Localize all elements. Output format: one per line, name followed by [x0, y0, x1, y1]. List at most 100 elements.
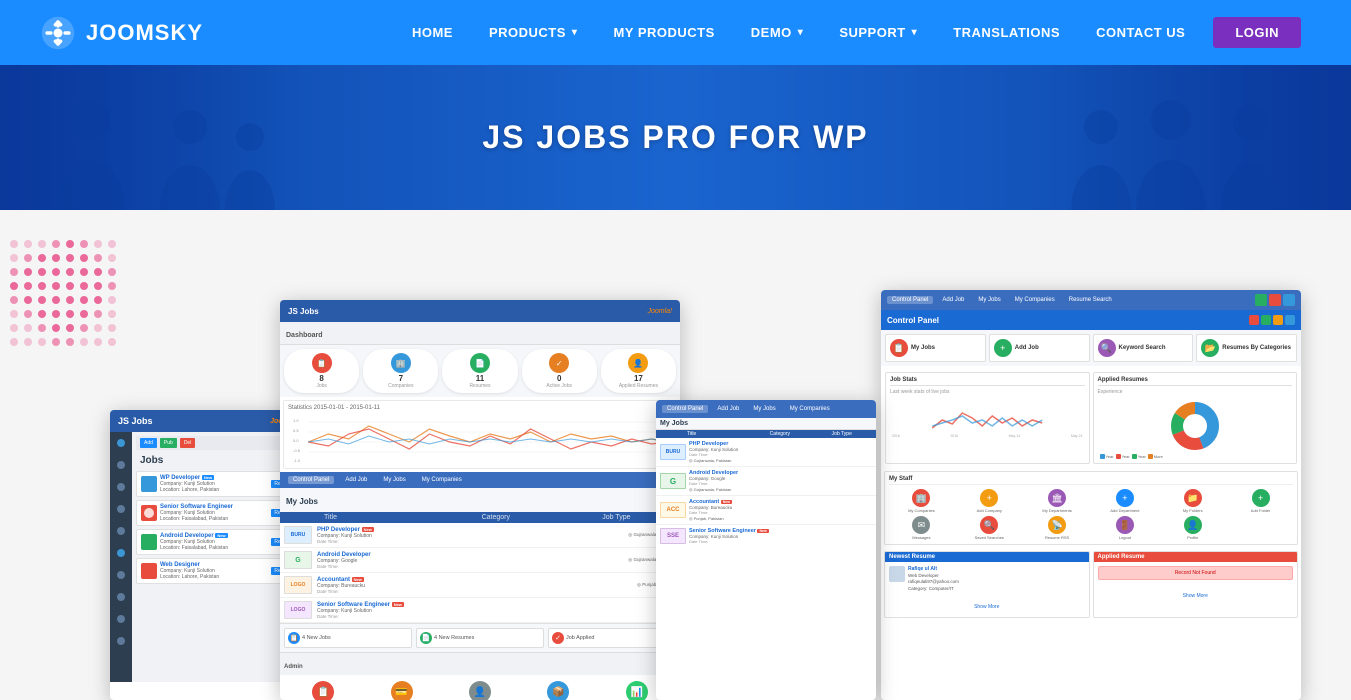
mr-date-4: Date Time: [689, 539, 769, 544]
nav-item-4 [110, 498, 132, 520]
main-nav: HOME PRODUCTS ▾ MY PRODUCTS DEMO ▾ SUPPO… [394, 0, 1311, 65]
right-tab-my-jobs[interactable]: My Jobs [973, 296, 1005, 304]
right-tab-resume-search[interactable]: Resume Search [1064, 296, 1117, 304]
screenshot-panel-left: JS Jobs Joomla! Ad [110, 410, 305, 700]
nav-item-contact[interactable]: CONTACT US [1078, 0, 1203, 65]
legend-3: Year [1132, 454, 1146, 459]
right-tab-add-job[interactable]: Add Job [937, 296, 969, 304]
tab-control-panel[interactable]: Control Panel [288, 476, 334, 484]
mr-tab-control-panel[interactable]: Control Panel [662, 405, 708, 413]
cp-quick-links: 📋 My Jobs + Add Job 🔍 Keyword Search 📂 R… [881, 330, 1301, 366]
panel-left-nav [110, 432, 132, 682]
legend-4: More [1148, 454, 1163, 459]
cp-applied-resume-body: Record Not Found Show More [1094, 562, 1298, 606]
nav-item-2 [110, 454, 132, 476]
job-text-1: WP Developer New Company: Kunji Solution… [160, 475, 268, 493]
nav-link-home[interactable]: HOME [394, 0, 471, 65]
hero-section: JS JOBS PRO FOR WP [0, 65, 1351, 210]
mr-job-info-3: Accountant New Company: Bureaucku Date T… [689, 499, 732, 521]
cp-show-more-label-2[interactable]: Show More [1183, 593, 1208, 599]
right-panel-icon-actions [1255, 294, 1295, 306]
mr-tab-add-job[interactable]: Add Job [712, 405, 744, 413]
screenshot-panel-right: Control Panel Add Job My Jobs My Compani… [881, 290, 1301, 700]
nav-item-products[interactable]: PRODUCTS ▾ [471, 0, 595, 65]
stat-label-resumes: Resumes [469, 383, 490, 389]
cp-staff-icon-add-company: + [980, 489, 998, 507]
new-item-jobs: 📋 4 New Jobs [284, 628, 412, 648]
col-category: Category [482, 514, 593, 521]
right-tab-control-panel[interactable]: Control Panel [887, 296, 933, 304]
legend-1: Year [1100, 454, 1114, 459]
nav-link-demo[interactable]: DEMO ▾ [733, 0, 822, 65]
stat-icon-resumes: 📄 [470, 353, 490, 373]
toolbar-add-btn: Add [140, 438, 157, 448]
nav-link-translations[interactable]: TRANSLATIONS [935, 0, 1078, 65]
job-date-senior: Date Time: [317, 614, 676, 619]
cp-staff-add-company: + Add Company [957, 489, 1022, 513]
cp-icon-blue [1285, 315, 1295, 325]
cp-show-more-label-1[interactable]: Show More [974, 604, 999, 610]
col-title: Title [324, 514, 472, 521]
job-location-3: Location: Faisalabad, Pakistan [160, 545, 268, 551]
nav-link-my-products[interactable]: MY PRODUCTS [595, 0, 732, 65]
new-item-resumes: 📄 4 New Resumes [416, 628, 544, 648]
new-items-row: 📋 4 New Jobs 📄 4 New Resumes ✓ Job Appli… [280, 623, 680, 652]
nav-item-home[interactable]: HOME [394, 0, 471, 65]
nav-item-support[interactable]: SUPPORT ▾ [821, 0, 935, 65]
mr-tab-my-companies[interactable]: My Companies [785, 405, 835, 413]
cp-resume-item-1: Rafiqe ul Alt Web Developer rafiqeulali9… [889, 566, 1085, 592]
admin-circle-packs: 📦 [547, 681, 569, 700]
stat-label-active: Active Jobs [546, 383, 572, 389]
new-resumes-icon: 📄 [420, 632, 432, 644]
cp-show-more-2[interactable]: Show More [1098, 584, 1294, 602]
toolbar-del-btn: Del [180, 438, 196, 448]
nav-item-demo[interactable]: DEMO ▾ [733, 0, 822, 65]
job-text-4: Web Designer Company: Kunji Solution Loc… [160, 562, 268, 580]
svg-text:0.0: 0.0 [293, 438, 299, 443]
cp-quick-icon-my-jobs: 📋 [890, 339, 908, 357]
mr-job-row-4: LOGO Senior Software Engineer New Compan… [280, 598, 680, 623]
chart-title: Statistics 2015-01-01 - 2015-01-11 [288, 405, 672, 411]
mr-location-1: ◎ Gujranwala, Pakistan [689, 458, 738, 463]
cp-show-more-1[interactable]: Show More [889, 595, 1085, 613]
nav-item-6 [110, 542, 132, 564]
nav-link-contact[interactable]: CONTACT US [1078, 0, 1203, 65]
mr-job-1: BURU PHP Developer Company: Kunji Soluti… [656, 438, 876, 467]
job-info-3: Accountant New Company: Bureaucku Date T… [315, 577, 634, 594]
content-section: JS Jobs Joomla! Ad [0, 210, 1351, 700]
cp-bottom-applied-resume: Applied Resume Record Not Found Show Mor… [1093, 551, 1299, 618]
stat-label-companies: Companies [388, 383, 413, 389]
stat-icon-jobs: 📋 [312, 353, 332, 373]
tab-my-jobs[interactable]: My Jobs [378, 476, 410, 484]
mr-date-2: Date Time: [689, 481, 738, 486]
stat-icon-companies: 🏢 [391, 353, 411, 373]
cp-staff-icon-my-companies: 🏢 [912, 489, 930, 507]
stat-card-applied: 👤 17 Applied Resumes [601, 349, 676, 393]
mr-logo-2: G [660, 473, 686, 489]
cp-quick-add-job: + Add Job [989, 334, 1090, 362]
tab-add-job[interactable]: Add Job [340, 476, 372, 484]
cp-newest-resume-body: Rafiqe ul Alt Web Developer rafiqeulali9… [885, 562, 1089, 617]
cp-staff-add-dept: + Add Department [1093, 489, 1158, 513]
cp-quick-label-keyword: Keyword Search [1119, 345, 1166, 351]
cp-staff-rss: 📡 Resume RSS [1025, 516, 1090, 540]
nav-item-translations[interactable]: TRANSLATIONS [935, 0, 1078, 65]
my-jobs-label: My Jobs [280, 488, 680, 512]
mr-date-1: Date Time: [689, 452, 738, 457]
stat-icon-active: ✓ [549, 353, 569, 373]
login-button[interactable]: LOGIN [1213, 17, 1301, 48]
job-logo-4 [141, 563, 157, 579]
tab-my-companies[interactable]: My Companies [417, 476, 467, 484]
nav-item-my-products[interactable]: MY PRODUCTS [595, 0, 732, 65]
panel-left-toolbar: Add Pub Del [136, 436, 301, 450]
donut-legend: Year Year Year More [1098, 454, 1293, 459]
mr-tab-my-jobs[interactable]: My Jobs [748, 405, 780, 413]
cp-staff-messages: ✉ Messages [889, 516, 954, 540]
nav-link-support[interactable]: SUPPORT ▾ [821, 0, 935, 65]
right-tab-my-companies[interactable]: My Companies [1010, 296, 1060, 304]
nav-link-products[interactable]: PRODUCTS ▾ [471, 0, 595, 65]
brand-logo[interactable]: JOOMSKY [40, 15, 203, 51]
nav-item-login[interactable]: LOGIN [1203, 17, 1311, 48]
job-info-4: Senior Software Engineer New Company: Ku… [315, 602, 676, 619]
job-item-3: Android Developer New Company: Kunji Sol… [136, 529, 301, 555]
